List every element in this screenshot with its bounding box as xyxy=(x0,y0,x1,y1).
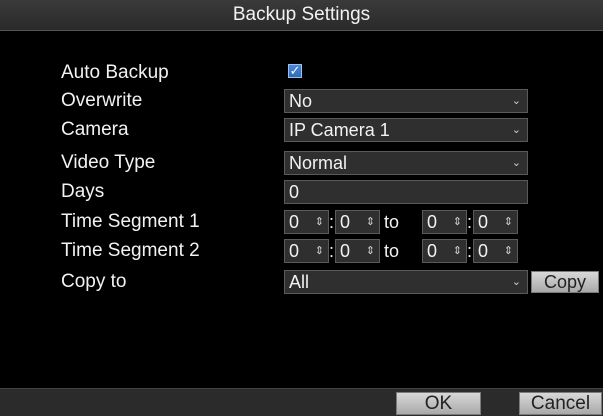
ts2-start-hour[interactable]: 0 ⇕ xyxy=(284,239,329,263)
time-segment-1-label: Time Segment 1 xyxy=(61,211,200,232)
spinner-updown-icon: ⇕ xyxy=(365,216,375,228)
ts1-start-hour[interactable]: 0 ⇕ xyxy=(284,210,329,234)
to-label: to xyxy=(384,241,400,261)
overwrite-label: Overwrite xyxy=(61,90,143,111)
overwrite-value: No xyxy=(289,91,313,111)
chevron-down-icon: ⌄ xyxy=(511,124,521,136)
days-input[interactable]: 0 xyxy=(284,180,528,204)
window-title: Backup Settings xyxy=(0,0,603,31)
days-label: Days xyxy=(61,181,105,202)
video-type-label: Video Type xyxy=(61,152,156,173)
spinner-updown-icon: ⇕ xyxy=(314,216,324,228)
time-segment-2-label: Time Segment 2 xyxy=(61,240,200,261)
chevron-down-icon: ⌄ xyxy=(511,157,521,169)
check-icon: ✓ xyxy=(289,63,301,78)
copy-button[interactable]: Copy xyxy=(531,271,599,293)
time-colon: : xyxy=(467,212,473,232)
ts1-start-minute[interactable]: 0 ⇕ xyxy=(335,210,380,234)
auto-backup-label: Auto Backup xyxy=(61,62,169,83)
backup-settings-window: Backup Settings Auto Backup ✓ Overwrite … xyxy=(0,0,603,416)
time-colon: : xyxy=(329,241,335,261)
spinner-updown-icon: ⇕ xyxy=(365,245,375,257)
video-type-select[interactable]: Normal ⌄ xyxy=(284,151,528,175)
copy-to-select[interactable]: All ⌄ xyxy=(284,270,528,294)
camera-label: Camera xyxy=(61,119,129,140)
cancel-button[interactable]: Cancel xyxy=(519,392,602,415)
footer-bar xyxy=(0,388,603,416)
spinner-updown-icon: ⇕ xyxy=(314,245,324,257)
ok-button[interactable]: OK xyxy=(396,392,481,415)
copy-to-value: All xyxy=(289,272,310,292)
ts1-end-hour[interactable]: 0 ⇕ xyxy=(422,210,467,234)
overwrite-select[interactable]: No ⌄ xyxy=(284,89,528,113)
auto-backup-checkbox[interactable]: ✓ xyxy=(288,64,302,78)
video-type-value: Normal xyxy=(289,153,348,173)
spinner-updown-icon: ⇕ xyxy=(503,245,513,257)
copy-to-label: Copy to xyxy=(61,271,127,292)
to-label: to xyxy=(384,212,400,232)
ts1-end-minute[interactable]: 0 ⇕ xyxy=(473,210,518,234)
spinner-updown-icon: ⇕ xyxy=(503,216,513,228)
chevron-down-icon: ⌄ xyxy=(511,95,521,107)
ts2-start-minute[interactable]: 0 ⇕ xyxy=(335,239,380,263)
ts2-end-minute[interactable]: 0 ⇕ xyxy=(473,239,518,263)
camera-select[interactable]: IP Camera 1 ⌄ xyxy=(284,118,528,142)
time-colon: : xyxy=(467,241,473,261)
ts2-end-hour[interactable]: 0 ⇕ xyxy=(422,239,467,263)
time-colon: : xyxy=(329,212,335,232)
spinner-updown-icon: ⇕ xyxy=(452,245,462,257)
chevron-down-icon: ⌄ xyxy=(511,276,521,288)
camera-value: IP Camera 1 xyxy=(289,120,390,140)
spinner-updown-icon: ⇕ xyxy=(452,216,462,228)
